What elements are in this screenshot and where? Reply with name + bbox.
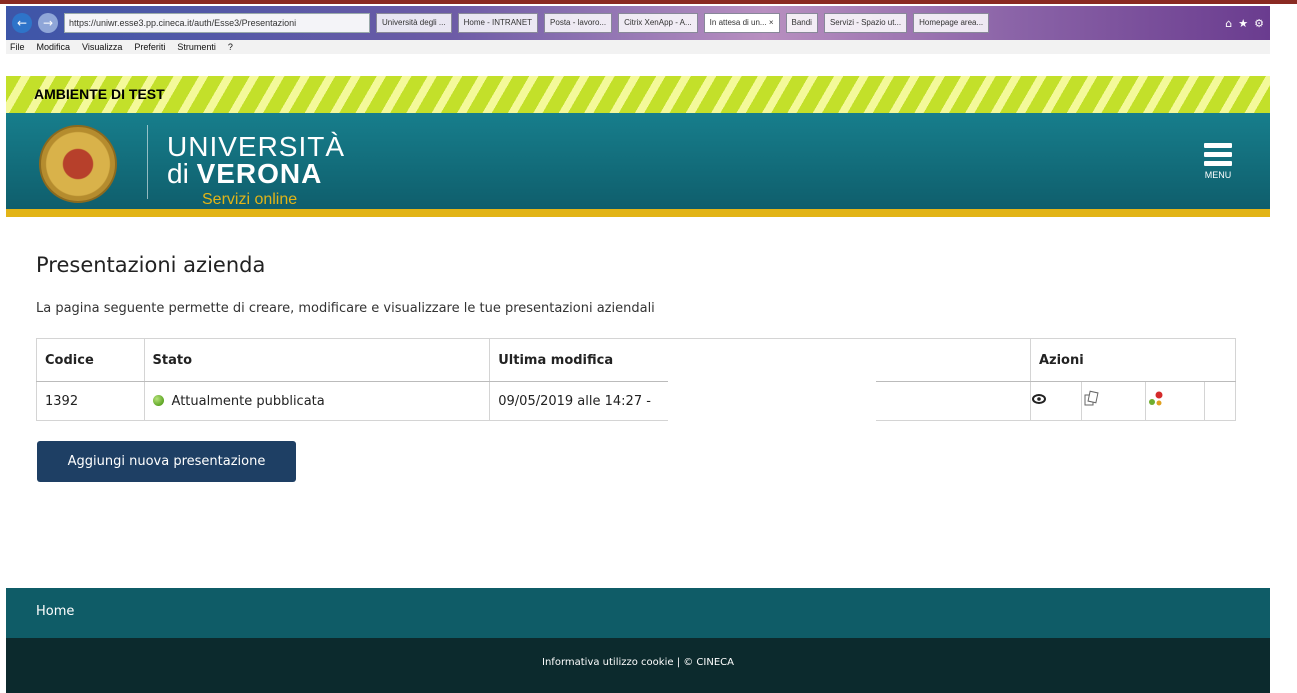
copy-action[interactable] [1081,381,1146,421]
menu-item-help[interactable]: ? [228,40,233,54]
back-arrow-icon[interactable]: ← [12,13,32,33]
status-change-action[interactable] [1144,381,1205,421]
logo-divider [147,125,148,199]
address-bar[interactable]: https://uniwr.esse3.pp.cineca.it/auth/Es… [64,13,370,33]
top-border [0,0,1297,4]
cell-codice: 1392 [36,381,145,421]
status-text: Attualmente pubblicata [171,393,325,409]
star-icon[interactable]: ★ [1238,17,1248,30]
browser-tab[interactable]: Università degli ... [376,13,452,33]
browser-tab[interactable]: Bandi [785,13,818,33]
column-header-stato: Stato [143,338,491,382]
hamburger-menu-button[interactable]: MENU [1198,143,1238,193]
menu-item-preferiti[interactable]: Preferiti [134,40,165,54]
page-title: Presentazioni azienda [36,253,266,277]
table-row: 1392 Attualmente pubblicata 09/05/2019 a… [36,381,1237,421]
university-seal-logo[interactable] [39,125,117,203]
column-header-codice: Codice [36,338,145,382]
header-accent-bar [6,209,1270,217]
presentations-table: Codice Stato Ultima modifica Azioni 1392… [36,338,1237,421]
test-environment-banner: AMBIENTE DI TEST [6,76,1270,113]
column-header-azioni: Azioni [1029,338,1237,382]
published-status-icon [152,394,164,406]
browser-tab[interactable]: Home - INTRANET [457,13,539,33]
browser-tab[interactable]: Homepage area... [913,13,990,33]
browser-tab[interactable]: Citrix XenApp - A... [618,13,698,33]
footer-home-link[interactable]: Home [36,604,74,619]
home-icon[interactable]: ⌂ [1225,17,1232,30]
gear-icon[interactable]: ⚙ [1254,17,1264,30]
menu-item-visualizza[interactable]: Visualizza [82,40,122,54]
cell-stato: Attualmente pubblicata [143,381,491,421]
university-name-line2: di VERONA [167,159,322,189]
page-description: La pagina seguente permette di creare, m… [36,301,655,316]
menu-label: MENU [1204,170,1232,180]
university-name-line1: UNIVERSITÀ [167,131,346,162]
browser-tab[interactable]: Posta - lavoro... [544,13,613,33]
services-subtitle: Servizi online [202,191,298,208]
university-name-prefix: di [167,158,189,189]
window-controls: ⌂ ★ ⚙ [1225,17,1264,30]
menu-item-modifica[interactable]: Modifica [37,40,71,54]
footer-copyright[interactable]: Informativa utilizzo cookie | © CINECA [6,638,1270,693]
forward-arrow-icon[interactable]: → [38,13,58,33]
footer-nav: Home [6,588,1270,638]
add-presentation-button[interactable]: Aggiungi nuova presentazione [37,441,296,482]
traffic-light-icon [1148,391,1163,406]
copy-icon [1084,390,1099,406]
site-header: UNIVERSITÀ di VERONA Servizi online MENU [6,113,1270,209]
browser-tab-active[interactable]: In attesa di un... × [703,13,780,33]
redacted-area [668,374,876,424]
browser-menu-bar: File Modifica Visualizza Preferiti Strum… [6,40,1270,54]
university-name-city: VERONA [196,158,323,189]
hamburger-icon [1204,143,1232,148]
browser-toolbar: ← → https://uniwr.esse3.pp.cineca.it/aut… [6,6,1270,40]
menu-item-strumenti[interactable]: Strumenti [177,40,216,54]
menu-item-file[interactable]: File [10,40,25,54]
view-action[interactable] [1029,381,1083,421]
browser-tab[interactable]: Servizi - Spazio ut... [823,13,908,33]
eye-icon [1031,394,1046,404]
